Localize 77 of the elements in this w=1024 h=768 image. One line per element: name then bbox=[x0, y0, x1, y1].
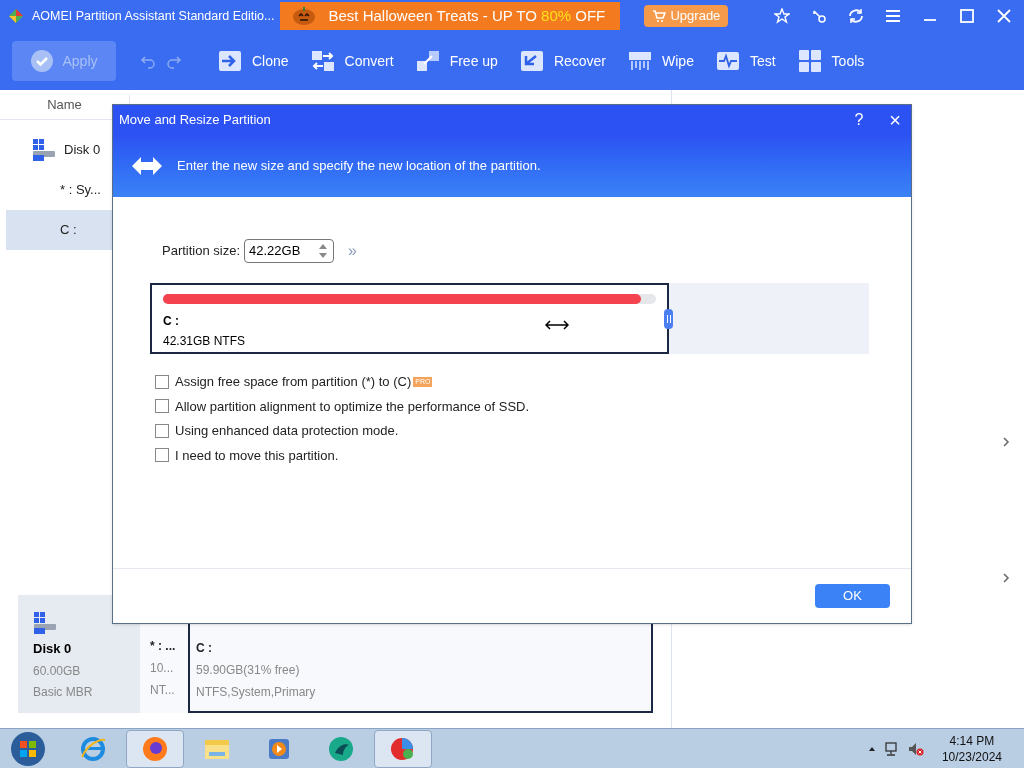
key-icon[interactable] bbox=[811, 8, 827, 24]
ssd-disk-icon bbox=[32, 138, 56, 162]
checkbox[interactable] bbox=[155, 374, 169, 389]
option-label: Using enhanced data protection mode. bbox=[175, 422, 399, 440]
spinner-icon[interactable] bbox=[317, 243, 330, 259]
maximize-icon[interactable] bbox=[959, 8, 975, 24]
toolbar-button[interactable]: Clone bbox=[218, 41, 289, 81]
partition-box[interactable]: C : 42.31GB NTFS bbox=[150, 283, 669, 354]
ok-button[interactable]: OK bbox=[815, 584, 890, 608]
table-row[interactable]: * : Sy... bbox=[0, 170, 112, 210]
size-field[interactable]: 42.22GB bbox=[244, 239, 335, 263]
expand-icon bbox=[415, 49, 440, 73]
check-icon bbox=[30, 49, 55, 73]
clock-date: 10/23/2024 bbox=[941, 748, 1002, 765]
partition-size: 59.90GB(31% free) bbox=[196, 662, 301, 679]
disk-name: Disk 0 bbox=[33, 640, 73, 658]
resize-handle[interactable] bbox=[664, 308, 673, 329]
ssd-disk-icon bbox=[33, 611, 57, 635]
cart-icon bbox=[652, 9, 667, 23]
partition-name: C : bbox=[196, 640, 213, 657]
resize-arrows-icon bbox=[131, 156, 163, 176]
recover-icon bbox=[519, 49, 544, 73]
close-icon[interactable] bbox=[996, 8, 1012, 24]
toolbar-button[interactable]: Free up bbox=[415, 41, 498, 81]
resize-cursor-icon bbox=[545, 319, 569, 331]
row-name: * : Sy... bbox=[60, 181, 101, 200]
close-button[interactable]: × bbox=[889, 110, 901, 130]
taskbar-app[interactable] bbox=[126, 729, 184, 768]
toolbar-button[interactable]: Tools bbox=[797, 41, 865, 81]
checkbox[interactable] bbox=[155, 399, 169, 414]
menu-icon[interactable] bbox=[885, 8, 901, 24]
disk-size: 60.00GB bbox=[33, 662, 82, 680]
disk-type: Basic MBR bbox=[33, 683, 94, 701]
partition-name: * : ... bbox=[150, 638, 177, 655]
app-logo-icon bbox=[8, 8, 24, 24]
toolbar-button[interactable]: Test bbox=[715, 41, 776, 81]
chevron-right-icon[interactable] bbox=[1000, 436, 1012, 448]
taskbar-app[interactable] bbox=[374, 729, 432, 768]
chevron-right-icon[interactable] bbox=[1000, 572, 1012, 584]
pulse-icon bbox=[715, 49, 740, 73]
swap-icon bbox=[310, 49, 335, 73]
pumpkin-icon bbox=[292, 6, 317, 26]
grid-icon bbox=[797, 49, 822, 73]
app-icon[interactable] bbox=[327, 734, 355, 763]
checkbox[interactable] bbox=[155, 448, 169, 463]
option-label: Allow partition alignment to optimize the performance of SSD. bbox=[175, 397, 530, 416]
clock-time: 4:14 PM bbox=[949, 732, 995, 749]
promo-banner[interactable]: Best Halloween Treats - UP TO 80% OFF bbox=[280, 2, 621, 30]
row-name: Disk 0 bbox=[64, 141, 101, 160]
start-button-icon[interactable] bbox=[10, 730, 46, 767]
browser-icon[interactable] bbox=[79, 734, 107, 763]
browser-icon[interactable] bbox=[141, 734, 169, 763]
refresh-icon[interactable] bbox=[848, 8, 864, 24]
network-icon[interactable] bbox=[883, 740, 900, 757]
help-button[interactable]: ? bbox=[854, 108, 864, 132]
dialog-description: Enter the new size and specify the new location of the partition. bbox=[177, 157, 541, 176]
option-label: I need to move this partition. bbox=[175, 446, 339, 465]
partition-info: NT... bbox=[150, 682, 176, 699]
table-row[interactable]: Disk 0 bbox=[0, 130, 112, 170]
partition-label: C : bbox=[163, 313, 179, 330]
size-label: Partition size: bbox=[162, 242, 241, 261]
toolbar-button[interactable]: Wipe bbox=[628, 41, 694, 81]
partition-info: 42.31GB NTFS bbox=[163, 333, 246, 350]
partition-info: NTFS,System,Primary bbox=[196, 684, 317, 701]
disk-card[interactable]: Disk 0 60.00GB Basic MBR bbox=[18, 595, 140, 713]
toolbar-button[interactable]: Recover bbox=[519, 41, 606, 81]
partition-size: 10... bbox=[150, 660, 175, 677]
shredder-icon bbox=[628, 49, 652, 73]
star-icon[interactable] bbox=[774, 8, 790, 24]
option-label: Assign free space from partition (*) to (C) bbox=[175, 373, 412, 391]
table-row[interactable]: C : bbox=[6, 210, 112, 250]
checkbox[interactable] bbox=[155, 423, 169, 438]
promo-text: Best Halloween Treats - UP TO 80% OFF bbox=[328, 5, 606, 26]
row-name: C : bbox=[60, 221, 77, 240]
window-title: AOMEI Partition Assistant Standard Editio... bbox=[32, 7, 275, 25]
toolbar-button[interactable]: Convert bbox=[310, 41, 394, 81]
expand-button[interactable]: » bbox=[348, 239, 357, 263]
